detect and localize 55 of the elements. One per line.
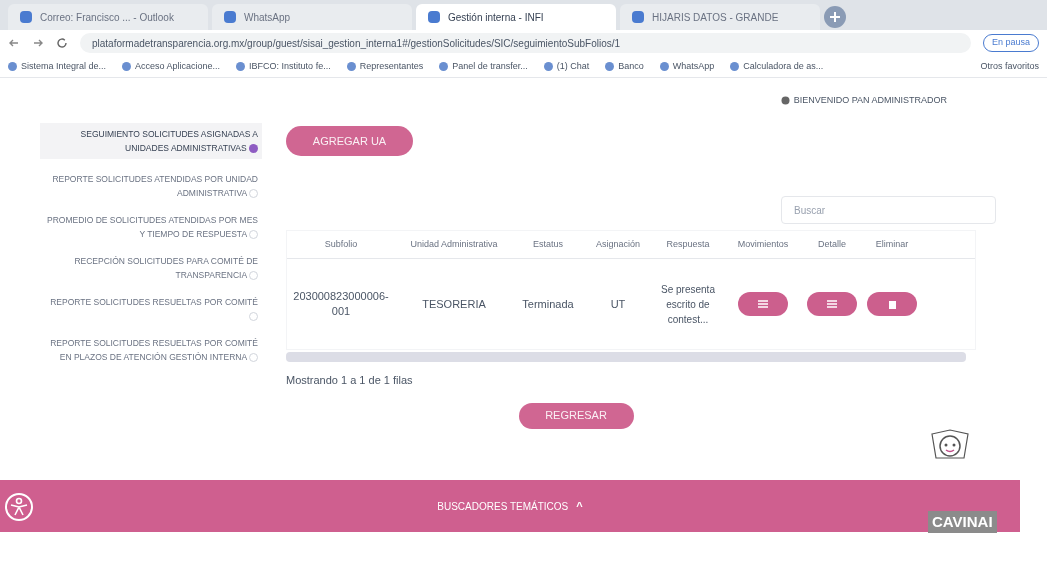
column-header: Movimientos	[736, 237, 790, 251]
tab-favicon-icon	[20, 11, 32, 23]
table-cell-text: 203000823000006-001	[292, 289, 390, 319]
browser-tab[interactable]: Gestión interna - INFI	[416, 4, 616, 30]
column-header: Subfolio	[323, 237, 359, 251]
list-icon	[758, 300, 768, 308]
table-cell-text: Terminada	[521, 296, 575, 312]
browser-tab[interactable]: Correo: Francisco ... - Outlook	[8, 4, 208, 30]
bookmark-link[interactable]: Calculadora de as...	[730, 59, 824, 74]
sidebar-item[interactable]: SEGUIMIENTO SOLICITUDES ASIGNADAS A UNIDADES ADMINISTRATIVAS	[40, 123, 262, 159]
tab-favicon-icon	[224, 11, 236, 23]
back-icon[interactable]	[8, 37, 20, 49]
table-cell-text: Se presenta escrito de contest...	[660, 282, 716, 327]
bookmark-link[interactable]: IBFCO: Instituto fe...	[236, 59, 331, 74]
sidebar-item[interactable]: RECEPCIÓN SOLICITUDES PARA COMITÉ DE TRANSPARENCIA	[40, 254, 262, 282]
column-header: Estatus	[532, 237, 564, 251]
tab-favicon-icon	[632, 11, 644, 23]
address-bar[interactable]: plataformadetransparencia.org.mx/group/guest/sisai_gestion_interna1#/gestionSolicitudes/SIC/seguimientoSubFolios/1	[80, 33, 971, 53]
bookmark-link[interactable]: Banco	[605, 59, 644, 74]
column-header: Unidad Administrativa	[409, 237, 499, 251]
list-icon	[827, 300, 837, 308]
horizontal-scrollbar[interactable]	[286, 352, 966, 362]
table-cell-text: TESORERIA	[421, 296, 487, 312]
column-header: Respuesta	[665, 237, 711, 251]
bookmark-link[interactable]: Acceso Aplicacione...	[122, 59, 221, 74]
bookmark-link[interactable]: Panel de transfer...	[439, 59, 528, 74]
bookmark-link[interactable]: WhatsApp	[659, 59, 715, 74]
browser-tab[interactable]: WhatsApp	[212, 4, 412, 30]
new-tab-icon[interactable]	[824, 6, 846, 28]
table-cell-text: UT	[609, 296, 627, 312]
browser-tab[interactable]: HIJARIS DATOS - GRANDE	[620, 4, 820, 30]
column-header: Detalle	[817, 237, 847, 251]
sidebar-item[interactable]: PROMEDIO DE SOLICITUDES ATENDIDAS POR MES Y TIEMPO DE RESPUESTA	[40, 213, 262, 241]
delete-button[interactable]	[867, 292, 917, 316]
welcome-text: BIENVENIDO PAN ADMINISTRADOR	[793, 93, 947, 107]
sidebar-item[interactable]: REPORTE SOLICITUDES ATENDIDAS POR UNIDAD ADMINISTRATIVA	[40, 172, 262, 200]
tab-favicon-icon	[428, 11, 440, 23]
footer-toggle[interactable]: BUSCADORES TEMÁTICOS ^	[437, 497, 583, 515]
column-header: Eliminar	[874, 237, 910, 251]
bookmark-link[interactable]: (1) Chat	[543, 59, 590, 74]
reload-icon[interactable]	[56, 37, 68, 49]
bookmark-link[interactable]: Otros favoritos	[980, 59, 1039, 74]
search-field[interactable]: Buscar	[781, 196, 996, 224]
movements-button[interactable]	[738, 292, 788, 316]
sidebar-item[interactable]: REPORTE SOLICITUDES RESUELTAS POR COMITÉ	[40, 295, 262, 323]
detail-button[interactable]	[807, 292, 857, 316]
bookmark-link[interactable]: Sistema Integral de...	[8, 59, 107, 74]
user-icon	[780, 96, 790, 105]
accessibility-icon[interactable]	[4, 492, 34, 522]
column-header: Asignación	[595, 237, 641, 251]
trash-icon	[888, 299, 896, 309]
bookmark-link[interactable]: Representantes	[346, 59, 424, 74]
sidebar-item[interactable]: REPORTE SOLICITUDES RESUELTAS POR COMITÉ EN PLAZOS DE ATENCIÓN GESTIÓN INTERNA	[40, 336, 262, 364]
pagination-text: Mostrando 1 a 1 de 1 filas	[286, 373, 414, 388]
forward-icon[interactable]	[32, 37, 44, 49]
